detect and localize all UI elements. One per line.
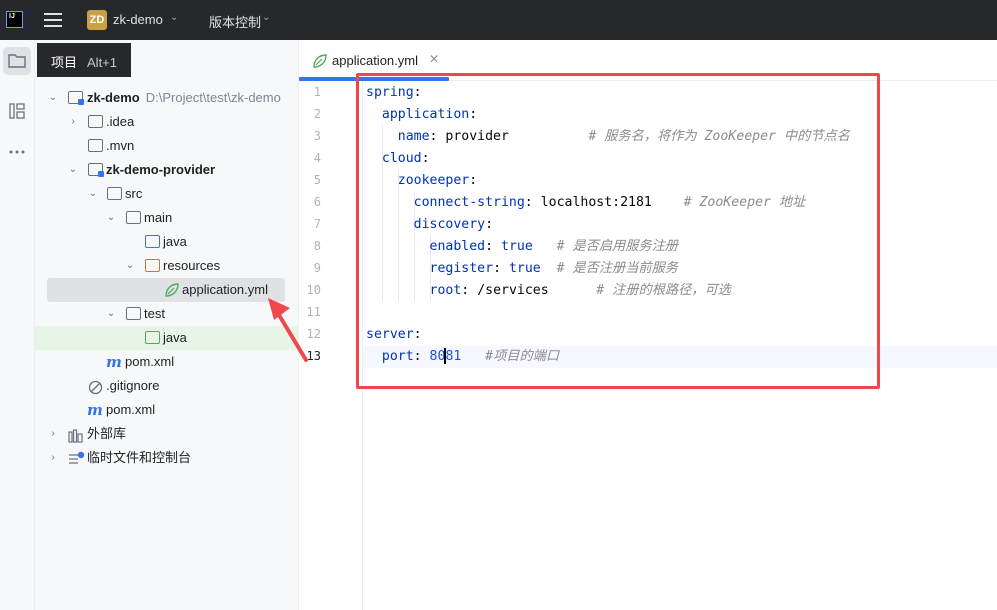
resources-folder-icon bbox=[145, 259, 160, 272]
line-number: 4 bbox=[313, 151, 321, 165]
tree-item-label: main bbox=[144, 210, 173, 225]
project-panel-tab[interactable]: 项目 Alt+1 bbox=[37, 43, 131, 77]
main-menu-icon[interactable] bbox=[44, 13, 62, 27]
intellij-logo-icon[interactable]: IJ bbox=[6, 11, 23, 28]
vcs-menu[interactable]: 版本控制 bbox=[209, 12, 261, 31]
chevron-down-icon[interactable]: ⌄ bbox=[170, 12, 178, 23]
ignore-file-icon bbox=[88, 379, 103, 395]
spring-leaf-icon bbox=[164, 282, 179, 297]
folder-icon bbox=[107, 187, 122, 200]
chevron-right-icon[interactable]: › bbox=[47, 446, 59, 470]
module-badge-icon bbox=[78, 99, 84, 105]
line-number: 8 bbox=[313, 239, 321, 253]
title-bar: IJ ZD zk-demo ⌄ 版本控制 ⌄ bbox=[0, 0, 997, 40]
line-number: 3 bbox=[313, 129, 321, 143]
tab-label: application.yml bbox=[332, 53, 418, 68]
tree-item-label: zk-demo bbox=[87, 90, 140, 105]
tree-item-label: java bbox=[163, 330, 187, 345]
tree-item-src[interactable]: ⌄ src bbox=[35, 182, 299, 206]
close-icon[interactable]: ✕ bbox=[429, 52, 439, 66]
library-icon bbox=[68, 427, 83, 443]
project-path: D:\Project\test\zk-demo bbox=[145, 90, 281, 105]
tree-item-application-yml[interactable]: application.yml bbox=[47, 278, 285, 302]
tree-item-label: 外部库 bbox=[87, 426, 127, 441]
tree-item-external-libraries[interactable]: › 外部库 bbox=[35, 422, 299, 446]
tree-item-mvn[interactable]: .mvn bbox=[35, 134, 299, 158]
tree-item-label: .mvn bbox=[106, 138, 135, 153]
tree-item-label: test bbox=[144, 306, 165, 321]
tree-item-label: pom.xml bbox=[106, 402, 156, 417]
line-number: 1 bbox=[313, 85, 321, 99]
tree-item-label: src bbox=[125, 186, 143, 201]
structure-icon[interactable] bbox=[3, 97, 31, 125]
line-number: 7 bbox=[313, 217, 321, 231]
tree-item-gitignore[interactable]: .gitignore bbox=[35, 374, 299, 398]
chevron-right-icon[interactable]: › bbox=[67, 110, 79, 134]
chevron-down-icon[interactable]: ⌄ bbox=[67, 158, 79, 182]
tree-item-label: java bbox=[163, 234, 187, 249]
source-folder-icon bbox=[145, 235, 160, 248]
spring-leaf-icon bbox=[312, 53, 327, 68]
test-source-folder-icon bbox=[145, 331, 160, 344]
project-switcher[interactable]: zk-demo bbox=[113, 12, 163, 27]
line-number: 10 bbox=[306, 283, 321, 297]
tree-item-label: resources bbox=[163, 258, 221, 273]
folder-icon bbox=[88, 115, 103, 128]
folder-icon bbox=[126, 307, 141, 320]
tree-item-resources[interactable]: ⌄ resources bbox=[35, 254, 299, 278]
tree-item-label: .gitignore bbox=[106, 378, 160, 393]
chevron-down-icon[interactable]: ⌄ bbox=[87, 182, 99, 206]
project-badge[interactable]: ZD bbox=[87, 10, 107, 30]
tree-item-idea[interactable]: › .idea bbox=[35, 110, 299, 134]
chevron-down-icon[interactable]: ⌄ bbox=[47, 86, 59, 110]
line-number: 9 bbox=[313, 261, 321, 275]
tree-item-label: .idea bbox=[106, 114, 135, 129]
chevron-right-icon[interactable]: › bbox=[47, 422, 59, 446]
folder-icon bbox=[126, 211, 141, 224]
maven-icon: m bbox=[87, 401, 103, 419]
project-tab-shortcut: Alt+1 bbox=[87, 55, 118, 70]
tree-item-label: 临时文件和控制台 bbox=[87, 450, 192, 465]
line-number: 6 bbox=[313, 195, 321, 209]
tree-item-provider-pom[interactable]: m pom.xml bbox=[35, 350, 299, 374]
project-folder-icon[interactable] bbox=[3, 47, 31, 75]
module-badge-icon bbox=[98, 171, 104, 177]
annotation-arrow-icon bbox=[268, 298, 308, 362]
annotation-highlight-box bbox=[356, 73, 880, 389]
tree-item-test[interactable]: ⌄ test bbox=[35, 302, 299, 326]
tree-item-zk-demo-provider[interactable]: ⌄ zk-demo-provider bbox=[35, 158, 299, 182]
tree-item-zk-demo[interactable]: ⌄ zk-demo D:\Project\test\zk-demo bbox=[35, 86, 299, 110]
tree-item-test-java[interactable]: java bbox=[35, 326, 299, 350]
scratches-icon bbox=[68, 450, 85, 464]
project-tool-window: 项目 Alt+1 ⌄ zk-demo D:\Project\test\zk-demo… bbox=[35, 40, 299, 610]
more-tools-icon[interactable] bbox=[3, 138, 31, 166]
tree-item-label: pom.xml bbox=[125, 354, 175, 369]
folder-icon bbox=[88, 139, 103, 152]
tree-item-main[interactable]: ⌄ main bbox=[35, 206, 299, 230]
line-number: 2 bbox=[313, 107, 321, 121]
maven-icon: m bbox=[106, 353, 122, 371]
project-tab-label: 项目 bbox=[51, 55, 78, 70]
tree-item-main-java[interactable]: java bbox=[35, 230, 299, 254]
tree-item-label: application.yml bbox=[182, 282, 268, 297]
line-number: 5 bbox=[313, 173, 321, 187]
tree-item-label: zk-demo-provider bbox=[106, 162, 216, 177]
chevron-down-icon[interactable]: ⌄ bbox=[262, 12, 270, 23]
tree-item-root-pom[interactable]: m pom.xml bbox=[35, 398, 299, 422]
chevron-down-icon[interactable]: ⌄ bbox=[105, 302, 117, 326]
tool-window-strip bbox=[0, 40, 35, 610]
tree-item-scratches[interactable]: › 临时文件和控制台 bbox=[35, 446, 299, 470]
chevron-down-icon[interactable]: ⌄ bbox=[105, 206, 117, 230]
chevron-down-icon[interactable]: ⌄ bbox=[124, 254, 136, 278]
